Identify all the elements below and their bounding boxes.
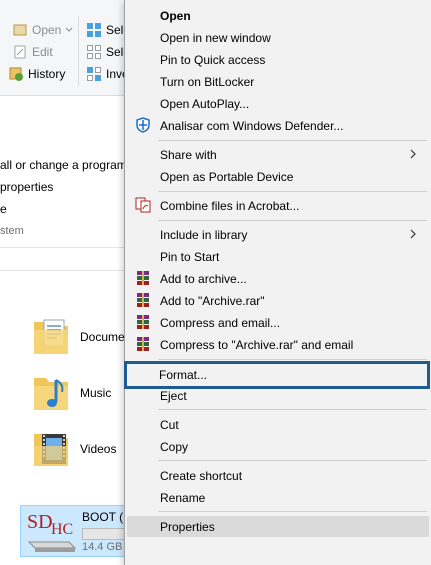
menu-separator bbox=[158, 140, 427, 141]
menu-item-label: Open as Portable Device bbox=[160, 169, 294, 184]
edit-icon bbox=[14, 45, 26, 59]
pane-divider bbox=[0, 247, 124, 248]
menu-item-format[interactable]: Format... bbox=[124, 361, 430, 389]
menu-item-add-archive-rar[interactable]: Add to "Archive.rar" bbox=[127, 290, 429, 311]
edit-ribbon-label: Edit bbox=[32, 45, 53, 59]
chevron-right-icon bbox=[410, 229, 416, 239]
menu-item-label: Open bbox=[160, 8, 191, 23]
menu-item-compress-email[interactable]: Compress and email... bbox=[127, 312, 429, 333]
menu-item-rename[interactable]: Rename bbox=[127, 487, 429, 508]
history-icon bbox=[9, 67, 23, 81]
winrar-icon bbox=[135, 270, 151, 286]
history-ribbon-button[interactable]: History bbox=[8, 66, 65, 82]
videos-folder-label[interactable]: Videos bbox=[80, 442, 116, 456]
history-ribbon-label: History bbox=[28, 67, 66, 81]
menu-item-label: Include in library bbox=[160, 227, 248, 242]
videos-folder-icon bbox=[34, 434, 68, 466]
menu-item-pin-quick-access[interactable]: Pin to Quick access bbox=[127, 49, 429, 70]
system-properties-link[interactable]: properties bbox=[0, 180, 53, 194]
menu-separator bbox=[158, 511, 427, 512]
open-icon bbox=[13, 24, 27, 36]
menu-separator bbox=[158, 359, 427, 360]
open-ribbon-button[interactable]: Open bbox=[12, 22, 73, 38]
menu-item-label: Cut bbox=[160, 417, 179, 432]
menu-item-copy[interactable]: Copy bbox=[127, 436, 429, 457]
menu-item-label: Open AutoPlay... bbox=[160, 96, 250, 111]
menu-separator bbox=[158, 220, 427, 221]
menu-item-create-shortcut[interactable]: Create shortcut bbox=[127, 465, 429, 486]
menu-item-cut[interactable]: Cut bbox=[127, 414, 429, 435]
menu-item-open-autoplay[interactable]: Open AutoPlay... bbox=[127, 93, 429, 114]
menu-item-label: Pin to Quick access bbox=[160, 52, 266, 67]
menu-item-label: Combine files in Acrobat... bbox=[160, 198, 300, 213]
documents-folder-label[interactable]: Docume bbox=[80, 330, 125, 344]
ribbon-separator bbox=[78, 16, 79, 86]
menu-item-label: Format... bbox=[159, 368, 208, 382]
menu-item-windows-defender[interactable]: Analisar com Windows Defender... bbox=[127, 115, 429, 136]
pane-divider bbox=[0, 270, 124, 271]
sd-badge-text: SD bbox=[27, 511, 53, 533]
menu-item-label: Compress to "Archive.rar" and email bbox=[160, 337, 354, 352]
menu-item-label: Turn on BitLocker bbox=[160, 74, 255, 89]
menu-item-compress-rar-email[interactable]: Compress to "Archive.rar" and email bbox=[127, 334, 429, 355]
system-caption: stem bbox=[0, 225, 24, 237]
menu-item-label: Add to "Archive.rar" bbox=[160, 293, 265, 308]
menu-item-add-archive[interactable]: Add to archive... bbox=[127, 268, 429, 289]
menu-separator bbox=[158, 460, 427, 461]
edit-ribbon-button[interactable]: Edit bbox=[12, 44, 53, 60]
menu-item-include-library[interactable]: Include in library bbox=[127, 224, 429, 245]
uninstall-program-link[interactable]: all or change a program bbox=[0, 158, 127, 172]
menu-item-label: Add to archive... bbox=[160, 271, 247, 286]
menu-item-turn-on-bitlocker[interactable]: Turn on BitLocker bbox=[127, 71, 429, 92]
menu-item-pin-start[interactable]: Pin to Start bbox=[127, 246, 429, 267]
music-folder-icon bbox=[34, 378, 68, 410]
chevron-right-icon bbox=[410, 149, 416, 159]
menu-item-label: Pin to Start bbox=[160, 249, 220, 264]
hc-badge-text: HC bbox=[51, 521, 73, 538]
menu-item-portable-device[interactable]: Open as Portable Device bbox=[127, 166, 429, 187]
context-menu: Open Open in new window Pin to Quick acc… bbox=[124, 0, 431, 565]
menu-item-label: Copy bbox=[160, 439, 189, 454]
menu-separator bbox=[158, 409, 427, 410]
chevron-down-icon bbox=[66, 27, 73, 32]
menu-separator bbox=[158, 191, 427, 192]
menu-item-properties[interactable]: Properties bbox=[127, 516, 429, 537]
invert-selection-button[interactable]: Inve bbox=[86, 66, 129, 82]
windows-defender-icon bbox=[135, 117, 151, 133]
select-none-icon bbox=[87, 45, 101, 59]
sd-card-drive-icon: SD HC bbox=[27, 511, 77, 552]
music-folder-label[interactable]: Music bbox=[80, 386, 111, 400]
menu-item-combine-acrobat[interactable]: Combine files in Acrobat... bbox=[127, 195, 429, 216]
manage-link[interactable]: e bbox=[0, 202, 7, 216]
menu-item-label: Rename bbox=[160, 490, 206, 505]
acrobat-combine-icon bbox=[135, 197, 151, 213]
menu-item-label: Eject bbox=[160, 388, 187, 403]
menu-item-open-new-window[interactable]: Open in new window bbox=[127, 27, 429, 48]
winrar-icon bbox=[135, 292, 151, 308]
menu-item-label: Create shortcut bbox=[160, 468, 243, 483]
winrar-icon bbox=[135, 336, 151, 352]
menu-item-label: Compress and email... bbox=[160, 315, 281, 330]
open-ribbon-label: Open bbox=[32, 23, 62, 37]
select-all-icon bbox=[87, 23, 101, 37]
menu-item-label: Properties bbox=[160, 519, 215, 534]
winrar-icon bbox=[135, 314, 151, 330]
menu-item-label: Analisar com Windows Defender... bbox=[160, 118, 344, 133]
menu-item-label: Open in new window bbox=[160, 30, 271, 45]
menu-item-share-with[interactable]: Share with bbox=[127, 144, 429, 165]
documents-folder-icon bbox=[34, 319, 68, 354]
menu-item-label: Share with bbox=[160, 147, 217, 162]
system-pane: all or change a program properties e ste… bbox=[0, 96, 127, 246]
menu-item-open[interactable]: Open bbox=[127, 5, 429, 26]
invert-selection-icon bbox=[87, 67, 101, 81]
menu-item-eject[interactable]: Eject bbox=[127, 385, 429, 406]
